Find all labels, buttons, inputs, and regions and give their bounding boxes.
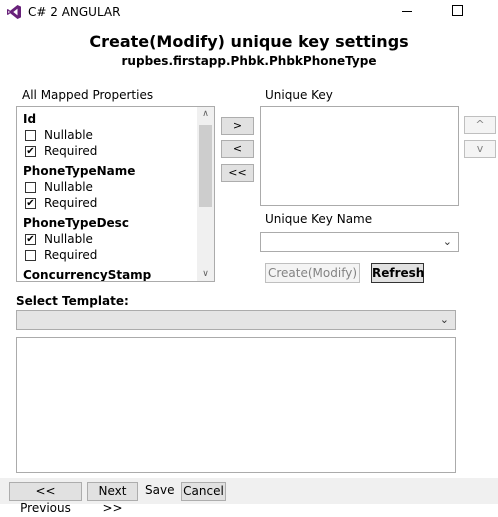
refresh-button[interactable]: Refresh — [371, 263, 424, 283]
nullable-label: Nullable — [44, 180, 93, 194]
mapped-properties-list[interactable]: Id Nullable ✔ Required PhoneTypeName Nul… — [16, 106, 215, 282]
cancel-button[interactable]: Cancel — [181, 482, 226, 501]
select-template-label: Select Template: — [16, 294, 129, 308]
template-output-textarea[interactable] — [16, 337, 456, 473]
add-to-key-button[interactable]: > — [221, 117, 254, 135]
remove-all-button[interactable]: << — [221, 164, 254, 182]
unique-key-name-combo[interactable]: ⌄ — [260, 232, 459, 252]
nullable-option[interactable]: Nullable — [23, 127, 193, 143]
nullable-option[interactable]: ✔ Nullable — [23, 231, 193, 247]
required-label: Required — [44, 196, 98, 210]
save-button[interactable]: Save — [145, 482, 175, 501]
unique-key-name-label: Unique Key Name — [265, 212, 373, 226]
chevron-down-icon: ⌄ — [439, 313, 449, 326]
chevron-down-icon: ⌄ — [442, 235, 452, 248]
nullable-label: Nullable — [44, 232, 93, 246]
minimize-icon[interactable] — [402, 11, 412, 12]
required-option[interactable]: Required — [23, 247, 193, 263]
next-button[interactable]: Next >> — [87, 482, 138, 515]
remove-from-key-button[interactable]: < — [221, 140, 254, 158]
move-down-button[interactable]: v — [464, 140, 496, 158]
window-title: C# 2 ANGULAR — [28, 5, 121, 19]
mapped-properties-label: All Mapped Properties — [22, 88, 154, 102]
nullable-option[interactable]: Nullable — [23, 179, 193, 195]
unique-key-label: Unique Key — [265, 88, 333, 102]
move-up-button[interactable]: ^ — [464, 116, 496, 134]
required-label: Required — [44, 248, 98, 262]
nullable-checkbox[interactable]: ✔ — [25, 233, 36, 245]
template-select[interactable]: ⌄ — [16, 310, 456, 330]
visual-studio-icon — [7, 5, 21, 19]
create-modify-button[interactable]: Create(Modify) — [265, 263, 360, 283]
required-option[interactable]: ✔ Required — [23, 195, 193, 211]
required-option[interactable]: ✔ Required — [23, 143, 193, 159]
property-name[interactable]: Id — [23, 111, 193, 127]
scrollbar-thumb[interactable] — [199, 125, 212, 207]
nullable-label: Nullable — [44, 128, 93, 142]
title-bar: C# 2 ANGULAR — [0, 0, 498, 24]
nullable-checkbox[interactable] — [25, 129, 36, 141]
required-checkbox[interactable]: ✔ — [25, 197, 36, 209]
page-title: Create(Modify) unique key settings — [89, 32, 409, 51]
scroll-up-icon[interactable]: ∧ — [197, 109, 214, 119]
required-checkbox[interactable] — [25, 249, 36, 261]
property-name[interactable]: PhoneTypeDesc — [23, 215, 193, 231]
property-name[interactable]: ConcurrencyStamp — [23, 267, 193, 281]
nullable-checkbox[interactable] — [25, 181, 36, 193]
required-checkbox[interactable]: ✔ — [25, 145, 36, 157]
property-name[interactable]: PhoneTypeName — [23, 163, 193, 179]
unique-key-list[interactable] — [260, 106, 459, 206]
properties-scrollbar[interactable]: ∧ ∨ — [197, 107, 214, 281]
entity-name: rupbes.firstapp.Phbk.PhbkPhoneType — [121, 54, 377, 68]
scroll-down-icon[interactable]: ∨ — [197, 269, 214, 279]
maximize-icon[interactable] — [452, 5, 463, 16]
previous-button[interactable]: << Previous — [9, 482, 82, 515]
required-label: Required — [44, 144, 98, 158]
